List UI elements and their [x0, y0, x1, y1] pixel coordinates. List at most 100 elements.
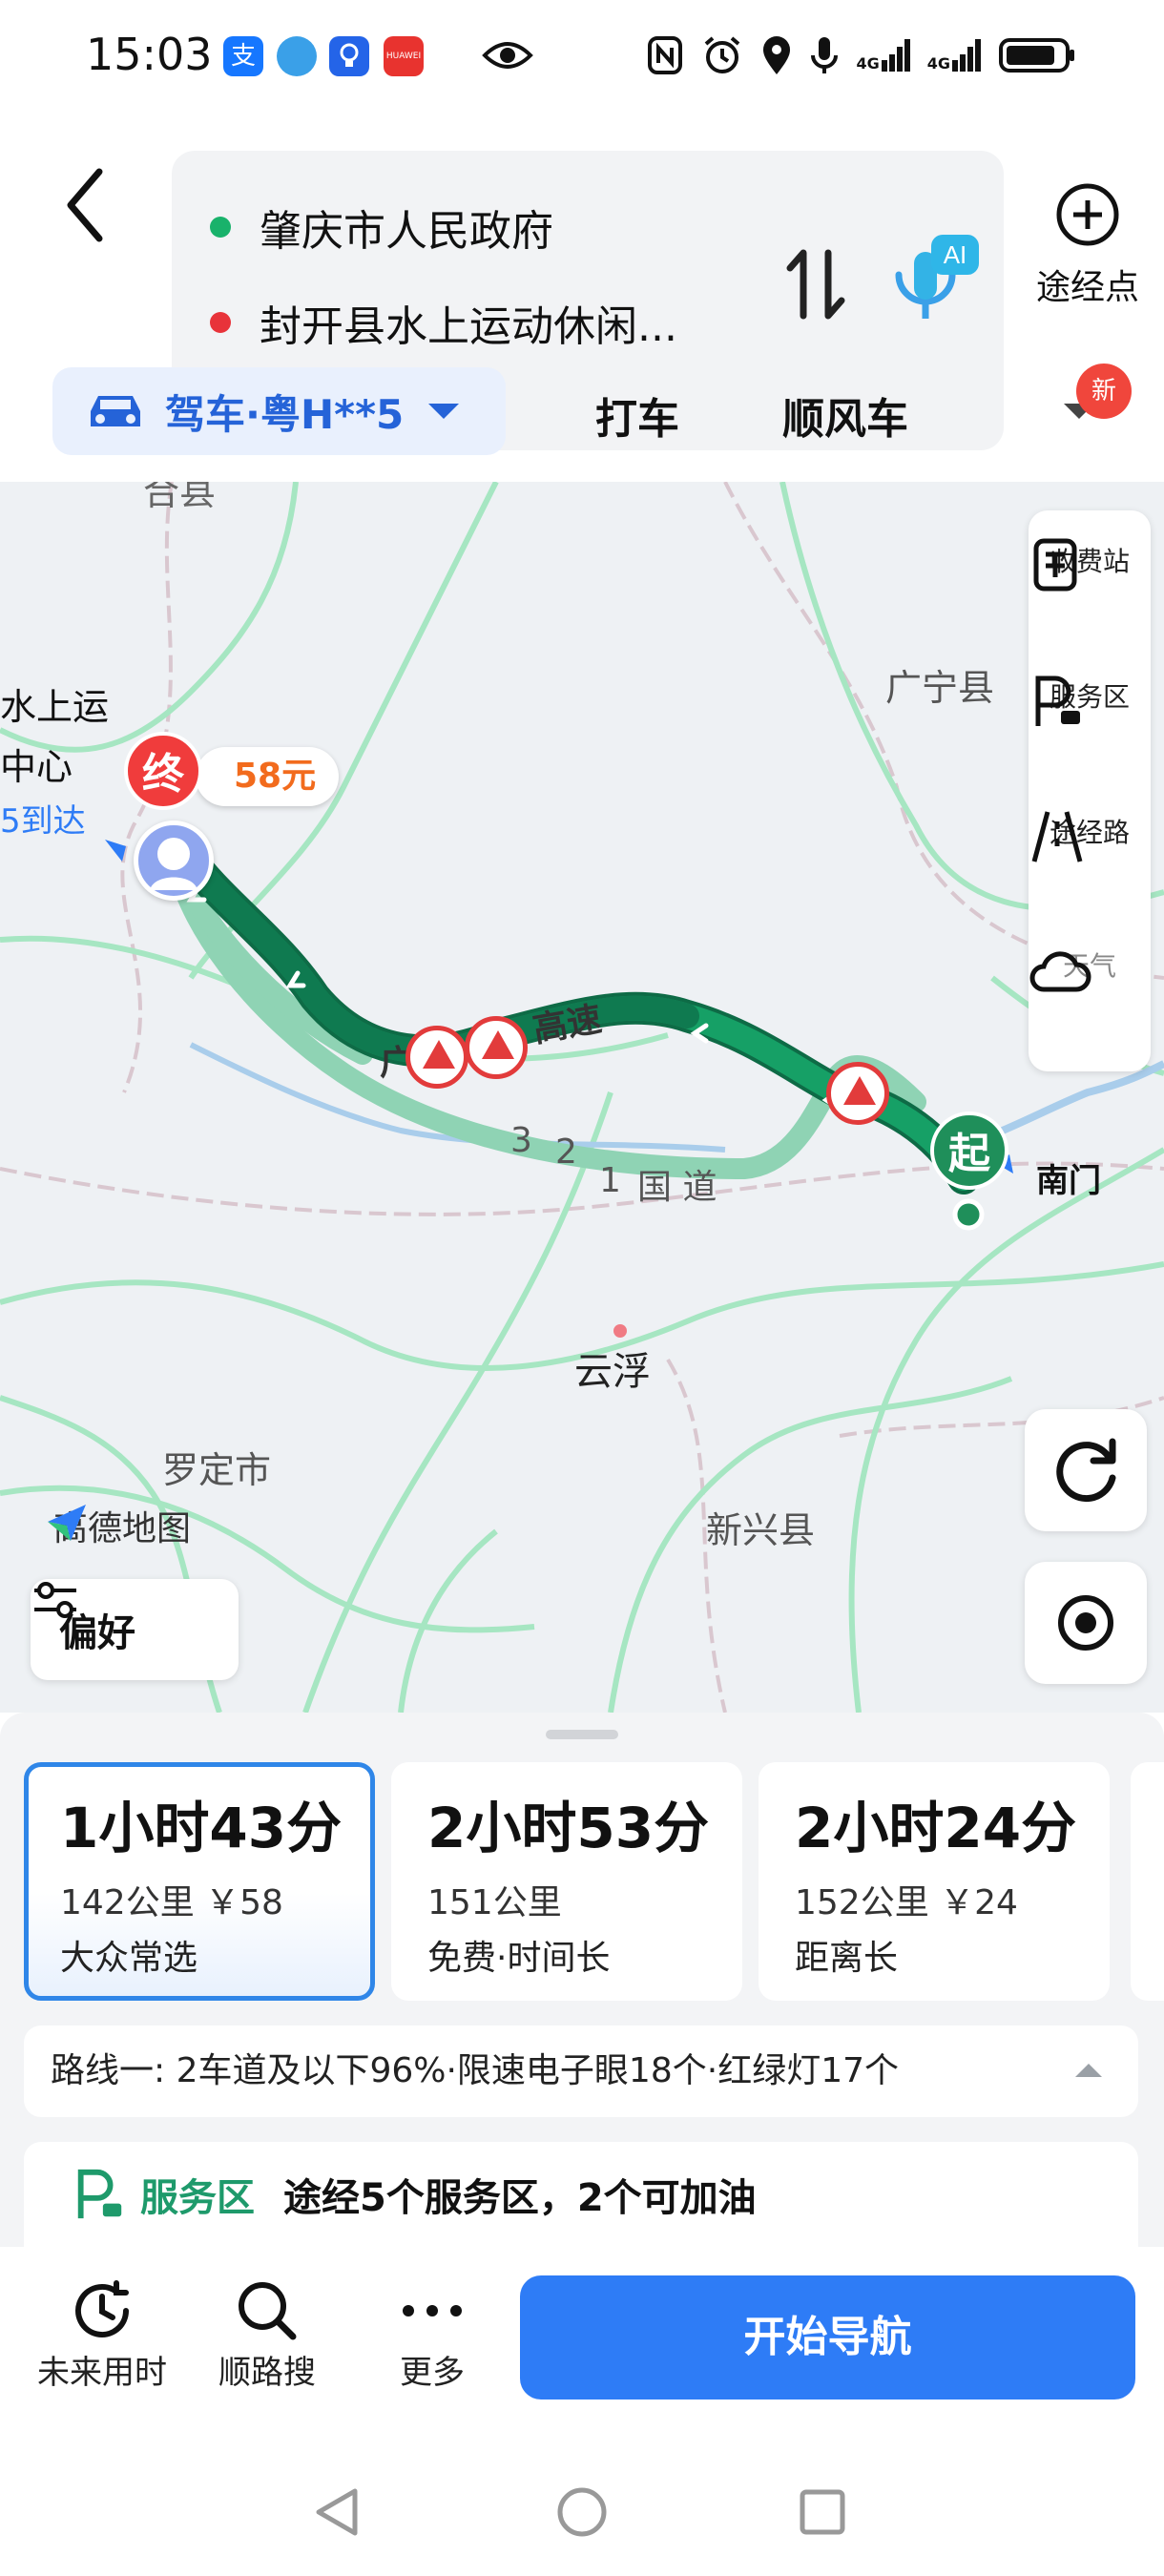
back-button[interactable] — [57, 162, 134, 258]
map-label-dest-1: 水上运 — [0, 686, 110, 728]
origin-field[interactable]: 肇庆市人民政府 — [210, 197, 553, 258]
amap-logo: 高德地图 — [46, 1501, 191, 1550]
browser-icon — [277, 36, 317, 76]
nav-recents-icon[interactable] — [798, 2487, 847, 2537]
swap-button[interactable] — [782, 241, 859, 346]
construction-warning-icon[interactable] — [826, 1062, 889, 1125]
toll-cost-text: 58元 — [234, 757, 317, 796]
more-dots-icon — [403, 2305, 462, 2316]
chevron-up-icon — [1075, 2064, 1102, 2077]
ai-voice-button[interactable]: AI — [887, 227, 983, 332]
map-label-guangning: 广宁县 — [885, 667, 995, 709]
settings-sliders-icon — [34, 1582, 76, 1618]
alipay-icon: 支 — [223, 36, 263, 76]
tab-carpool[interactable]: 顺风车 — [782, 384, 908, 446]
car-icon — [91, 396, 140, 426]
tool-toll-station[interactable]: 收费站 — [1029, 537, 1151, 592]
via-road-icon — [1031, 811, 1083, 862]
transport-tabs: 驾车·粤H**5 打车 顺风车 新 — [0, 364, 1164, 482]
along-search-button[interactable]: 顺路搜 — [186, 2275, 348, 2393]
future-time-button[interactable]: 未来用时 — [21, 2275, 183, 2393]
sheet-drag-handle[interactable] — [546, 1730, 618, 1739]
construction-warning-icon[interactable] — [405, 1026, 468, 1089]
route-card-4-partial[interactable] — [1131, 1762, 1164, 2001]
tab-drive[interactable]: 驾车·粤H**5 — [52, 367, 506, 455]
route-time: 2小时24分 — [795, 1796, 1077, 1860]
destination-dot-icon — [210, 312, 231, 333]
search-icon — [239, 2282, 297, 2340]
map-label-arrival: 5到达 — [0, 802, 86, 841]
route-tag: 免费·时间长 — [427, 1939, 611, 1978]
refresh-icon — [1056, 1438, 1116, 1503]
map-label-2: 2 — [555, 1132, 577, 1172]
status-time: 15:03 — [86, 29, 213, 80]
nav-home-icon[interactable] — [555, 2485, 609, 2539]
origin-dot-icon — [210, 217, 231, 238]
location-icon — [763, 36, 791, 74]
route-detail: 151公里 — [427, 1883, 562, 1922]
chevron-down-icon — [428, 404, 460, 419]
route-card-3[interactable]: 2小时24分 152公里 ￥24 距离长 — [759, 1762, 1110, 2001]
nav-back-icon[interactable] — [313, 2485, 363, 2539]
user-avatar[interactable] — [134, 821, 214, 901]
new-badge: 新 — [1076, 364, 1132, 419]
route-info-row[interactable]: 路线一: 2车道及以下96%·限速电子眼18个·红绿灯17个 — [24, 2025, 1138, 2117]
route-time: 2小时53分 — [427, 1796, 710, 1860]
add-waypoint-button[interactable]: 途经点 — [1026, 181, 1150, 324]
system-nav-bar — [0, 2447, 1164, 2576]
route-card-1[interactable]: 1小时43分 142公里 ￥58 大众常选 — [24, 1762, 375, 2001]
service-area-text: 途经5个服务区，2个可加油 — [283, 2176, 757, 2220]
along-search-label: 顺路搜 — [218, 2354, 316, 2392]
construction-warning-icon[interactable] — [465, 1016, 528, 1079]
tool-weather[interactable]: 天气 — [1029, 942, 1151, 992]
more-button[interactable]: 更多 — [351, 2275, 513, 2393]
locate-button[interactable] — [1025, 1562, 1147, 1684]
status-icons: 4G 4G — [646, 34, 1078, 76]
map-label-dest-2: 中心 — [0, 746, 73, 788]
map-tools-panel: 收费站 服务区 途经路 天气 — [1029, 510, 1151, 1071]
plus-circle-icon — [1056, 183, 1119, 246]
preference-button[interactable]: 偏好 — [31, 1579, 239, 1680]
weather-icon — [1029, 951, 1091, 992]
map-label-yunfu: 云浮 — [574, 1350, 651, 1394]
more-label: 更多 — [400, 2354, 465, 2392]
tab-drive-label: 驾车·粤H**5 — [165, 390, 405, 438]
huawei-icon: HUAWEI — [384, 36, 424, 76]
tab-taxi[interactable]: 打车 — [595, 384, 679, 446]
status-bar: 15:03 支 HUAWEI 4G 4G — [0, 0, 1164, 114]
map-view[interactable]: 合县 水上运 中心 5到达 广宁县 高速 广 国 道 3 2 1 南门 云浮 罗… — [0, 482, 1164, 1713]
refresh-button[interactable] — [1025, 1409, 1147, 1531]
swap-icon — [786, 249, 845, 320]
map-label-top: 合县 — [143, 482, 217, 513]
avatar-icon — [150, 838, 197, 890]
tool-via-road[interactable]: 途经路 — [1029, 808, 1151, 862]
tool-service-area[interactable]: 服务区 — [1029, 673, 1151, 726]
bulb-icon — [329, 36, 369, 76]
map-label-xinxing: 新兴县 — [706, 1509, 816, 1551]
service-area-row[interactable]: 服务区 途经5个服务区，2个可加油 — [24, 2142, 1138, 2247]
clock-icon — [75, 2280, 129, 2337]
map-label-nanmen: 南门 — [1036, 1162, 1101, 1200]
waypoint-label: 途经点 — [1035, 268, 1139, 307]
route-detail: 142公里 ￥58 — [60, 1883, 283, 1922]
map-label-1: 1 — [599, 1161, 621, 1200]
route-card-2[interactable]: 2小时53分 151公里 免费·时间长 — [391, 1762, 742, 2001]
bottom-action-bar: 未来用时 顺路搜 更多 开始导航 — [0, 2247, 1164, 2447]
map-label-3: 3 — [510, 1121, 532, 1160]
battery-icon — [999, 38, 1074, 73]
origin-text: 肇庆市人民政府 — [260, 207, 553, 256]
start-pin[interactable]: 起 — [930, 1111, 1008, 1190]
service-area-icon — [77, 2169, 122, 2219]
map-label-luoding: 罗定市 — [162, 1449, 272, 1491]
mic-icon — [811, 37, 839, 73]
route-sheet: 1小时43分 142公里 ￥58 大众常选 2小时53分 151公里 免费·时间… — [0, 1713, 1164, 2247]
route-detail: 152公里 ￥24 — [795, 1883, 1018, 1922]
start-navigation-button[interactable]: 开始导航 — [520, 2275, 1135, 2399]
toll-station-icon — [1033, 538, 1077, 592]
destination-pin[interactable]: 终 — [124, 732, 202, 810]
alarm-icon — [705, 36, 740, 73]
destination-field[interactable]: 封开县水上运动休闲... — [210, 292, 677, 353]
toll-cost-bubble: 58元 — [196, 747, 340, 806]
back-arrow-icon — [67, 168, 103, 242]
locate-icon — [1058, 1595, 1113, 1651]
